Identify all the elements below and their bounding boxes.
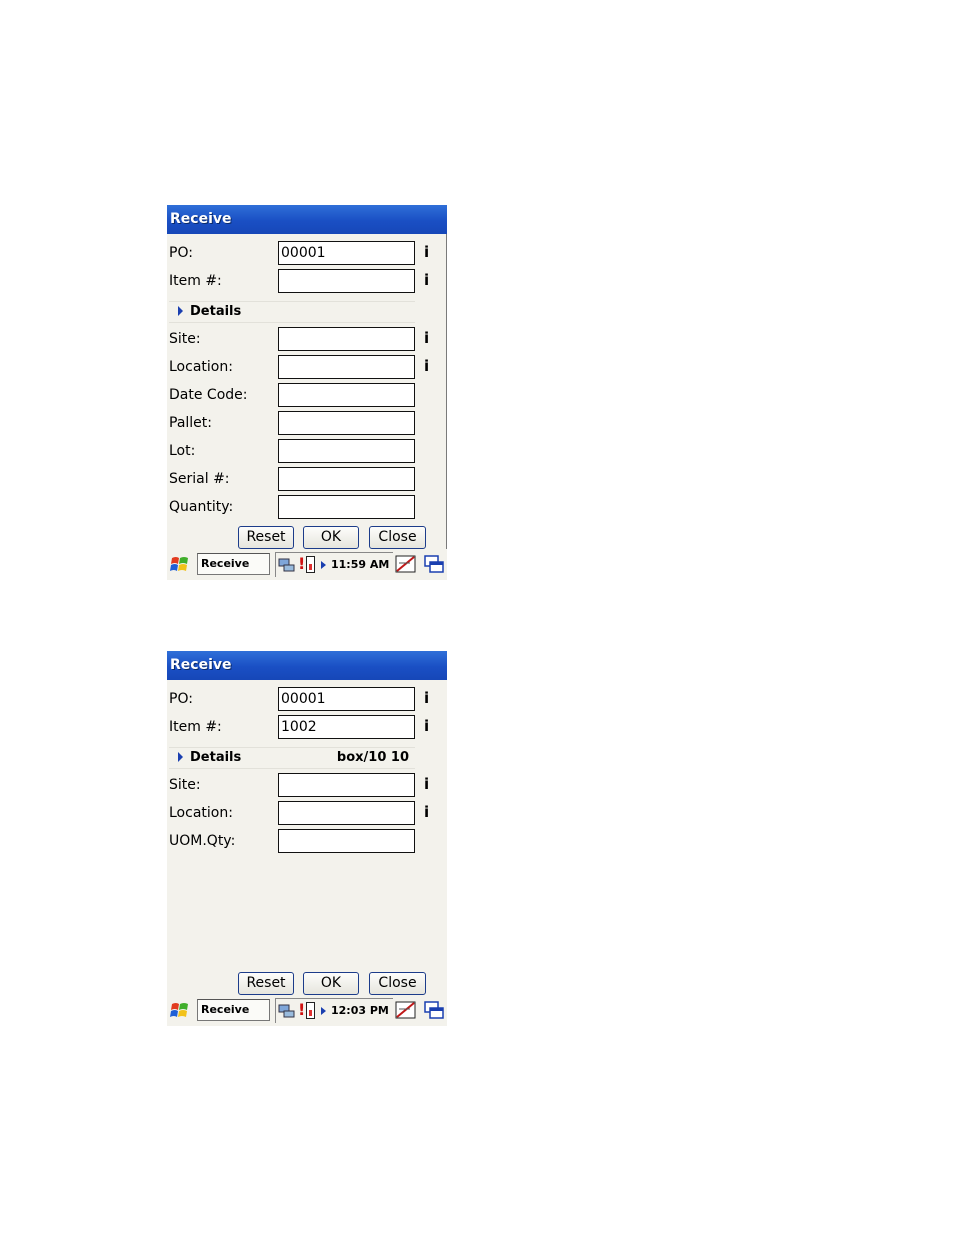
details-toggle[interactable]: Details <box>169 301 415 323</box>
site-label: Site: <box>169 777 201 793</box>
location-label: Location: <box>169 359 233 375</box>
location-input[interactable] <box>278 801 415 825</box>
date-code-label: Date Code: <box>169 387 248 403</box>
alert-icon[interactable]: ! <box>298 554 305 573</box>
taskbar-receive-button[interactable]: Receive <box>197 553 270 575</box>
date-code-input[interactable] <box>278 383 415 407</box>
site-info-icon[interactable]: i <box>424 329 429 347</box>
po-label: PO: <box>169 691 193 707</box>
alert-icon[interactable]: ! <box>298 1000 305 1019</box>
item-info-icon[interactable]: i <box>424 271 429 289</box>
item-label: Item #: <box>169 719 222 735</box>
site-label: Site: <box>169 331 201 347</box>
site-info-icon[interactable]: i <box>424 775 429 793</box>
taskbar: Receive ! 12:03 PM <box>167 995 447 1026</box>
po-label: PO: <box>169 245 193 261</box>
close-button[interactable]: Close <box>369 526 426 549</box>
title-bar: Receive <box>167 651 447 680</box>
ok-button[interactable]: OK <box>303 526 359 549</box>
window-title: Receive <box>170 657 232 673</box>
details-label: Details <box>190 304 242 319</box>
site-input[interactable] <box>278 327 415 351</box>
keyboard-icon[interactable] <box>395 554 417 574</box>
window-switch-icon[interactable] <box>423 553 445 575</box>
clock[interactable]: 11:59 AM <box>331 558 389 571</box>
title-bar: Receive <box>167 205 447 234</box>
uom-qty-input[interactable] <box>278 829 415 853</box>
serial-label: Serial #: <box>169 471 230 487</box>
receive-screen-2: Receive PO: 00001 i Item #: 1002 i Detai… <box>167 651 447 1026</box>
ok-button[interactable]: OK <box>303 972 359 995</box>
location-info-icon[interactable]: i <box>424 357 429 375</box>
po-input[interactable]: 00001 <box>278 241 415 265</box>
taskbar: Receive ! 11:59 AM <box>167 549 447 580</box>
windows-start-icon[interactable] <box>169 554 191 576</box>
lot-label: Lot: <box>169 443 196 459</box>
details-label: Details <box>190 750 242 765</box>
system-tray: ! 12:03 PM <box>275 998 393 1023</box>
serial-input[interactable] <box>278 467 415 491</box>
system-tray: ! 11:59 AM <box>275 552 393 577</box>
windows-start-icon[interactable] <box>169 1000 191 1022</box>
quantity-input[interactable] <box>278 495 415 519</box>
form-border <box>446 234 447 549</box>
network-icon[interactable] <box>278 1003 296 1019</box>
item-input[interactable] <box>278 269 415 293</box>
expand-arrow-icon <box>178 752 183 762</box>
details-toggle[interactable]: Details box/10 10 <box>169 747 415 769</box>
po-info-icon[interactable]: i <box>424 243 429 261</box>
tray-expand-icon[interactable] <box>321 561 326 569</box>
reset-button[interactable]: Reset <box>238 526 294 549</box>
location-label: Location: <box>169 805 233 821</box>
tray-expand-icon[interactable] <box>321 1007 326 1015</box>
uom-qty-label: UOM.Qty: <box>169 833 236 849</box>
battery-icon[interactable] <box>306 556 315 573</box>
pallet-label: Pallet: <box>169 415 212 431</box>
location-input[interactable] <box>278 355 415 379</box>
po-info-icon[interactable]: i <box>424 689 429 707</box>
quantity-label: Quantity: <box>169 499 234 515</box>
window-title: Receive <box>170 211 232 227</box>
taskbar-receive-button[interactable]: Receive <box>197 999 270 1021</box>
po-input[interactable]: 00001 <box>278 687 415 711</box>
item-input[interactable]: 1002 <box>278 715 415 739</box>
keyboard-icon[interactable] <box>395 1000 417 1020</box>
location-info-icon[interactable]: i <box>424 803 429 821</box>
reset-button[interactable]: Reset <box>238 972 294 995</box>
clock[interactable]: 12:03 PM <box>331 1004 389 1017</box>
lot-input[interactable] <box>278 439 415 463</box>
receive-screen-1: Receive PO: 00001 i Item #: i Details Si… <box>167 205 447 580</box>
item-info-icon[interactable]: i <box>424 717 429 735</box>
item-label: Item #: <box>169 273 222 289</box>
expand-arrow-icon <box>178 306 183 316</box>
close-button[interactable]: Close <box>369 972 426 995</box>
site-input[interactable] <box>278 773 415 797</box>
network-icon[interactable] <box>278 557 296 573</box>
battery-icon[interactable] <box>306 1002 315 1019</box>
pallet-input[interactable] <box>278 411 415 435</box>
window-switch-icon[interactable] <box>423 999 445 1021</box>
details-value: box/10 10 <box>336 750 409 765</box>
